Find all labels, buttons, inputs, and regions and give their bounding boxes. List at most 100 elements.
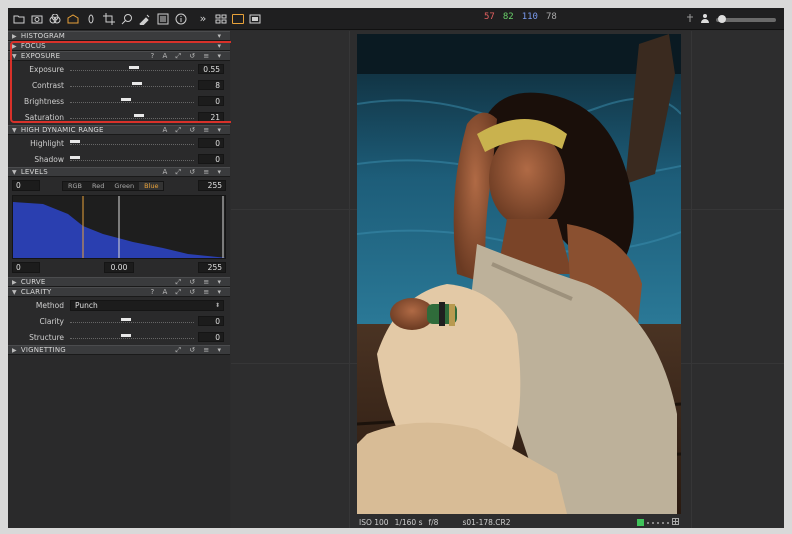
slider-thumb[interactable] bbox=[121, 318, 132, 321]
levels-histogram-graph bbox=[13, 196, 225, 258]
slider-track[interactable] bbox=[70, 144, 194, 145]
hdr-title: HIGH DYNAMIC RANGE bbox=[20, 126, 104, 134]
photo-caption: ISO 100 1/160 s f/8 s01-178.CR2 bbox=[357, 517, 681, 528]
levels-output-low[interactable]: 0 bbox=[12, 262, 40, 273]
curve-title: CURVE bbox=[20, 278, 46, 286]
vignetting-tool-header[interactable]: ▶ VIGNETTING ⤢ ↺ ≡ ▾ bbox=[8, 345, 230, 355]
rating-controls[interactable] bbox=[637, 518, 679, 527]
image-viewer[interactable]: ISO 100 1/160 s f/8 s01-178.CR2 bbox=[231, 31, 784, 528]
clarity-title: CLARITY bbox=[20, 288, 52, 296]
slider-row-clarity: Clarity 0 bbox=[8, 313, 230, 329]
filename: s01-178.CR2 bbox=[462, 518, 511, 527]
single-view-icon[interactable] bbox=[232, 13, 244, 24]
photo-image bbox=[357, 34, 681, 514]
grid-icon[interactable] bbox=[672, 518, 679, 527]
readout-red: 57 bbox=[484, 12, 495, 22]
viewer-grid-line bbox=[691, 31, 692, 528]
toolbar-right bbox=[686, 13, 776, 26]
readout-blue: 110 bbox=[521, 12, 538, 22]
toolbar: » 57 82 110 78 bbox=[8, 8, 784, 30]
hdr-tool-header[interactable]: ▼ HIGH DYNAMIC RANGE A ⤢ ↺ ≡ ▾ bbox=[8, 125, 230, 135]
tool-actions-icons[interactable]: ? A ⤢ ↺ ≡ ▾ bbox=[151, 288, 224, 297]
clarity-method-select[interactable]: Punch ⬍ bbox=[70, 300, 224, 311]
capture-app: » 57 82 110 78 ▶ HISTOGRAM ▾ ▶ FOCUS ▾ ▼… bbox=[8, 8, 784, 528]
star-dot-icon[interactable] bbox=[667, 521, 669, 524]
collapsed-arrow-icon: ▶ bbox=[12, 278, 17, 286]
slider-value-field[interactable]: 0 bbox=[198, 138, 224, 148]
slider-value-field[interactable]: 0 bbox=[198, 154, 224, 164]
shutter-value: 1/160 s bbox=[394, 518, 423, 527]
collapsed-arrow-icon: ▶ bbox=[12, 346, 17, 354]
levels-output-bar: 0 0.00 255 bbox=[8, 259, 230, 277]
folder-icon[interactable] bbox=[12, 12, 26, 26]
zoom-slider[interactable] bbox=[716, 14, 776, 23]
layers-icon[interactable] bbox=[48, 12, 62, 26]
slider-track[interactable] bbox=[70, 322, 194, 323]
camera-icon[interactable] bbox=[30, 12, 44, 26]
slider-label: Structure bbox=[29, 333, 64, 342]
channel-tab-red[interactable]: Red bbox=[87, 182, 109, 190]
lens-icon[interactable] bbox=[84, 12, 98, 26]
pin-icon[interactable] bbox=[686, 13, 694, 26]
tool-actions-icons[interactable]: A ⤢ ↺ ≡ ▾ bbox=[162, 168, 224, 177]
star-dot-icon[interactable] bbox=[652, 521, 654, 524]
user-icon[interactable] bbox=[700, 13, 710, 26]
crop-icon[interactable] bbox=[102, 12, 116, 26]
channel-tab-blue[interactable]: Blue bbox=[139, 182, 164, 190]
color-tag-icon[interactable] bbox=[637, 519, 644, 526]
slider-thumb[interactable] bbox=[70, 156, 80, 159]
slider-thumb[interactable] bbox=[70, 140, 80, 143]
slider-track[interactable] bbox=[70, 338, 194, 339]
color-readout: 57 82 110 78 bbox=[484, 12, 557, 22]
compare-view-icon[interactable] bbox=[248, 12, 262, 26]
details-icon[interactable] bbox=[156, 12, 170, 26]
slider-row-shadow: Shadow 0 bbox=[8, 151, 230, 167]
slider-thumb[interactable] bbox=[121, 334, 132, 337]
curve-tool-header[interactable]: ▶ CURVE ⤢ ↺ ≡ ▾ bbox=[8, 277, 230, 287]
expanded-arrow-icon: ▼ bbox=[12, 288, 17, 296]
levels-channel-selector[interactable]: RGB Red Green Blue bbox=[62, 181, 165, 191]
levels-tool-header[interactable]: ▼ LEVELS A ⤢ ↺ ≡ ▾ bbox=[8, 167, 230, 177]
levels-midpoint[interactable]: 0.00 bbox=[104, 262, 134, 273]
levels-input-low[interactable]: 0 bbox=[12, 180, 40, 191]
channel-tab-rgb[interactable]: RGB bbox=[63, 182, 87, 190]
star-dot-icon[interactable] bbox=[647, 521, 649, 524]
star-dot-icon[interactable] bbox=[657, 521, 659, 524]
slider-label: Highlight bbox=[30, 139, 64, 148]
slider-label: Shadow bbox=[34, 155, 64, 164]
channel-tab-green[interactable]: Green bbox=[109, 182, 139, 190]
levels-output-high[interactable]: 255 bbox=[198, 262, 226, 273]
loupe-icon[interactable] bbox=[120, 12, 134, 26]
star-dot-icon[interactable] bbox=[662, 521, 664, 524]
exposure-highlight-box bbox=[10, 41, 236, 123]
hdr-sliders: Highlight 0 Shadow 0 bbox=[8, 135, 230, 167]
tool-menu-icon[interactable]: ▾ bbox=[217, 32, 224, 40]
clarity-method-value: Punch bbox=[75, 301, 98, 310]
clarity-sliders: Clarity 0 Structure 0 bbox=[8, 313, 230, 345]
picker-icon[interactable] bbox=[138, 12, 152, 26]
vignetting-title: VIGNETTING bbox=[20, 346, 66, 354]
levels-title: LEVELS bbox=[20, 168, 48, 176]
clarity-tool-header[interactable]: ▼ CLARITY ? A ⤢ ↺ ≡ ▾ bbox=[8, 287, 230, 297]
levels-input-high[interactable]: 255 bbox=[198, 180, 226, 191]
photo-preview[interactable] bbox=[357, 34, 681, 514]
grid-view-icon[interactable] bbox=[214, 12, 228, 26]
slider-row-structure: Structure 0 bbox=[8, 329, 230, 345]
expanded-arrow-icon: ▼ bbox=[12, 126, 17, 134]
tool-actions-icons[interactable]: ⤢ ↺ ≡ ▾ bbox=[175, 346, 224, 355]
slider-label: Clarity bbox=[39, 317, 64, 326]
info-icon[interactable] bbox=[174, 12, 188, 26]
levels-histogram[interactable] bbox=[12, 195, 226, 259]
readout-luma: 78 bbox=[545, 12, 557, 22]
home-icon[interactable] bbox=[66, 12, 80, 26]
tool-actions-icons[interactable]: ⤢ ↺ ≡ ▾ bbox=[175, 278, 224, 287]
histogram-title: HISTOGRAM bbox=[20, 32, 66, 40]
clarity-method-row: Method Punch ⬍ bbox=[8, 297, 230, 313]
histogram-tool-header[interactable]: ▶ HISTOGRAM ▾ bbox=[8, 31, 230, 41]
slider-value-field[interactable]: 0 bbox=[198, 332, 224, 342]
slider-track[interactable] bbox=[70, 160, 194, 161]
levels-input-bar: 0 RGB Red Green Blue 255 bbox=[8, 177, 230, 195]
tool-actions-icons[interactable]: A ⤢ ↺ ≡ ▾ bbox=[162, 126, 224, 135]
more-icon[interactable]: » bbox=[196, 12, 210, 26]
slider-value-field[interactable]: 0 bbox=[198, 316, 224, 326]
